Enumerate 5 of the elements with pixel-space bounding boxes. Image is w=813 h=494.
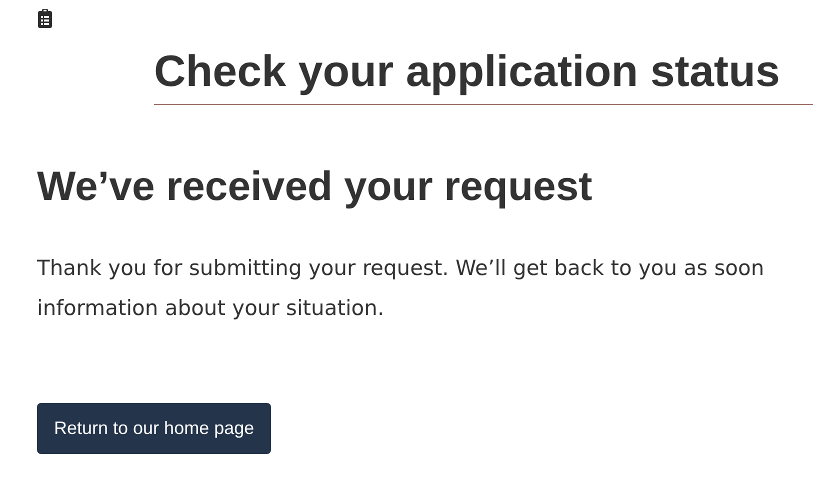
page-title: Check your application status: [154, 46, 781, 98]
clipboard-icon: [37, 8, 53, 28]
home-page-button[interactable]: Return to our home page: [37, 403, 272, 454]
confirmation-heading: We’ve received your request: [37, 162, 594, 211]
confirmation-message: Thank you for submitting your request. We’ll get back to you as soon information about your situation.: [37, 255, 766, 322]
